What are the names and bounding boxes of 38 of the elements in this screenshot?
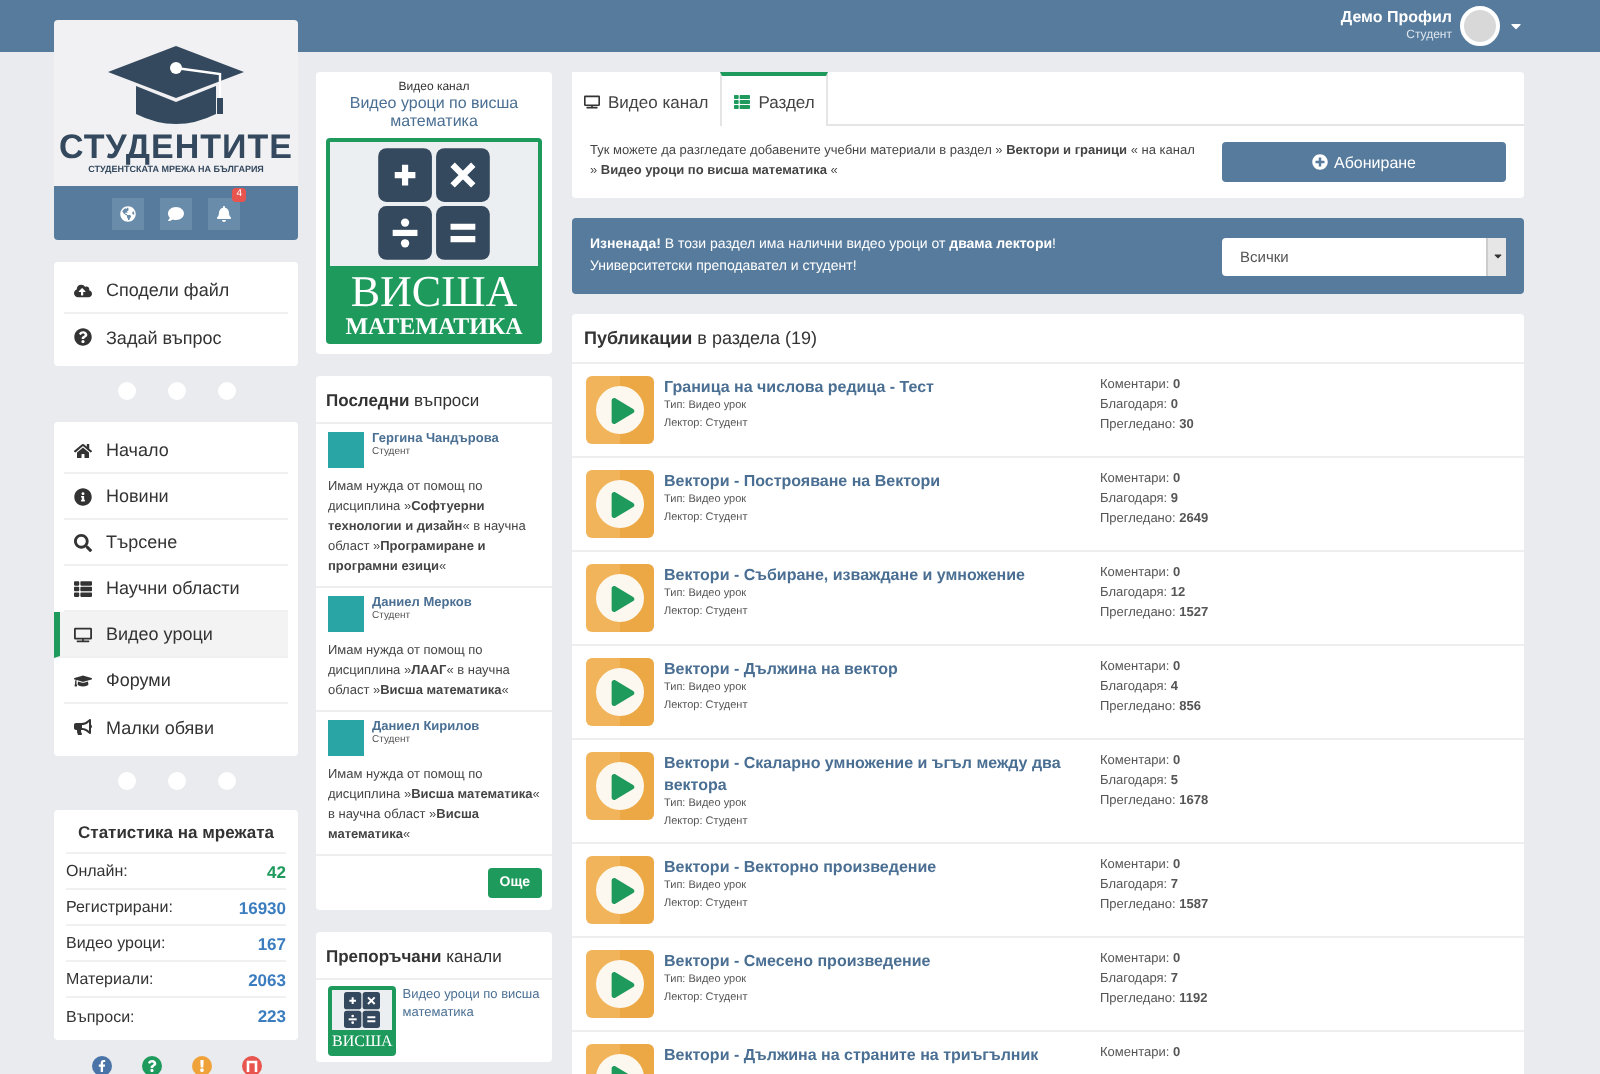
video-title-link[interactable]: Вектори - Дължина на вектор <box>664 658 1100 680</box>
stat-value: 16930 <box>238 897 286 917</box>
tab[interactable]: Видео канал <box>572 72 721 126</box>
channel-cover[interactable]: ВИСША МАТЕМАТИКА <box>326 138 542 344</box>
nav-item[interactable]: Новини <box>64 474 288 520</box>
panel-title: Последни въпроси <box>316 376 552 424</box>
subscribe-button[interactable]: Абониране <box>1222 142 1506 182</box>
video-title-link[interactable]: Вектори - Дължина на страните на триъгълник <box>664 1044 1100 1066</box>
stat-label: Материали: <box>66 970 154 988</box>
stat-value: 223 <box>257 1006 286 1026</box>
video-title-link[interactable]: Вектори - Събиране, изваждане и умножение <box>664 564 1100 586</box>
stat-value: 42 <box>267 861 286 881</box>
nav-item[interactable]: Форуми <box>64 658 288 704</box>
user-name[interactable]: Демо Профил <box>1340 8 1452 28</box>
panel-title: Публикации в раздела (19) <box>572 314 1524 364</box>
video-title-link[interactable]: Вектори - Смесено произведение <box>664 950 1100 972</box>
brand-name: СТУДЕНТИТЕ <box>58 130 293 164</box>
stat-label: Онлайн: <box>66 862 128 880</box>
stat-label: Видео уроци: <box>66 934 166 952</box>
channel-cover[interactable]: ВИСША <box>328 986 397 1056</box>
nav-item[interactable]: Начало <box>64 428 288 474</box>
nav-item[interactable]: Малки обяви <box>64 704 288 750</box>
action-item[interactable]: Задай въпрос <box>64 314 288 360</box>
panel-title: Препоръчани канали <box>316 932 552 980</box>
nav-item[interactable]: Търсене <box>64 520 288 566</box>
tab[interactable]: Раздел <box>720 72 829 126</box>
video-title-link[interactable]: Вектори - Векторно произведение <box>664 856 1100 878</box>
stat-value: 2063 <box>248 969 286 989</box>
stat-label: Въпроси: <box>66 1007 135 1025</box>
video-title-link[interactable]: Вектори - Скаларно умножение и ъгъл между два вектора <box>664 752 1100 796</box>
channel-link[interactable]: Видео уроци по висша математика <box>326 94 542 130</box>
video-title-link[interactable]: Граница на числова редица - Тест <box>664 376 1100 398</box>
nav-item[interactable]: Видео уроци <box>54 612 288 658</box>
stat-label: Регистрирани: <box>66 898 173 916</box>
stat-value: 167 <box>257 933 286 953</box>
stats-title: Статистика на мрежата <box>66 822 286 854</box>
video-title-link[interactable]: Вектори - Построяване на Вектори <box>664 470 1100 492</box>
action-item[interactable]: Сподели файл <box>64 268 288 314</box>
